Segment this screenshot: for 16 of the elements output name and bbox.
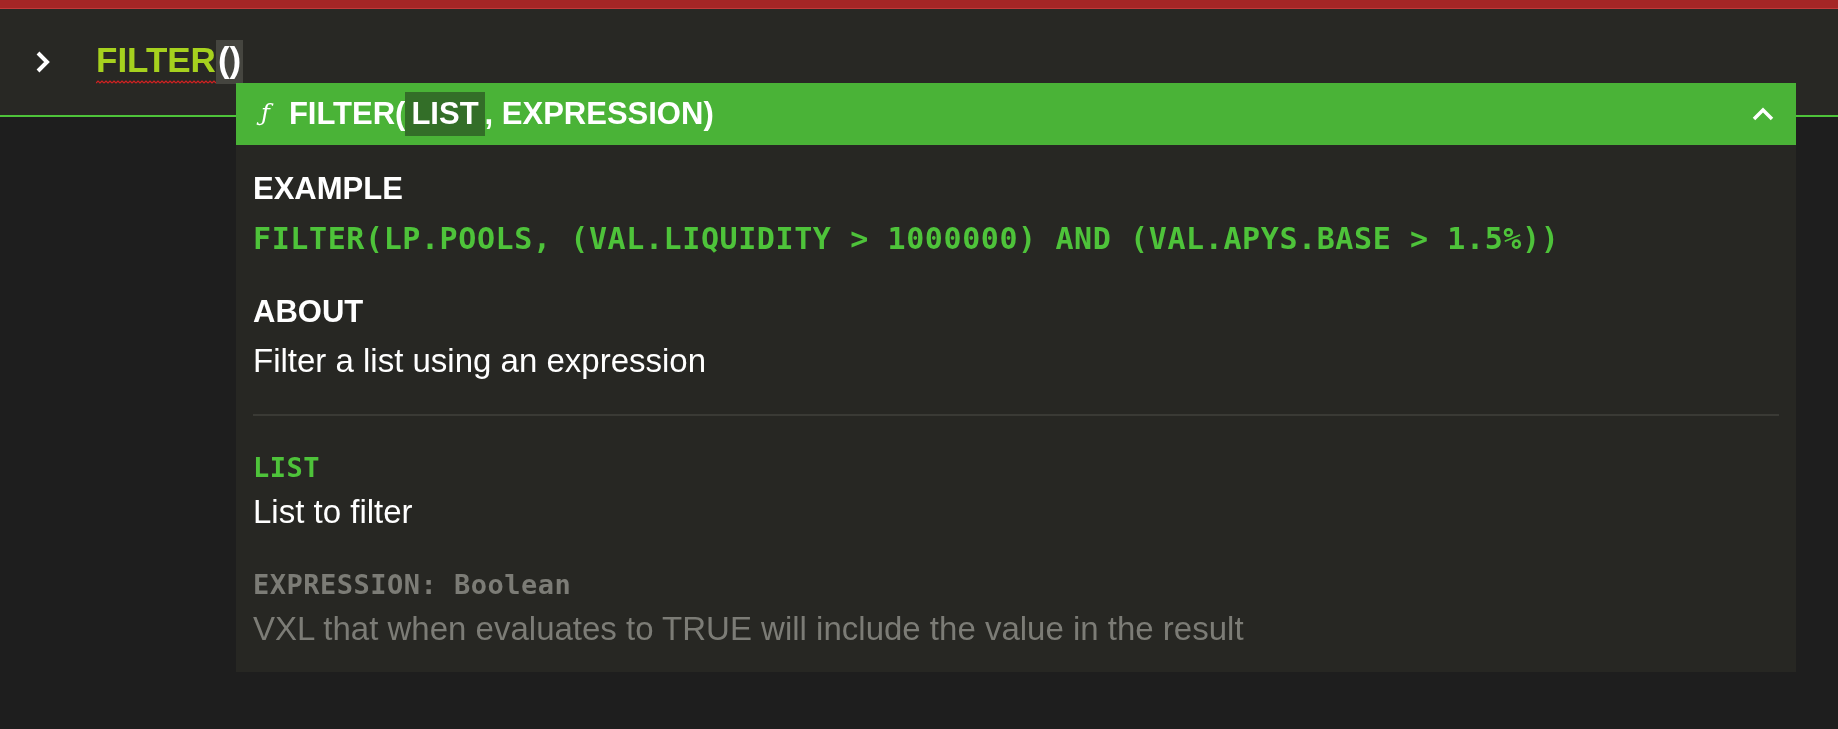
example-code: FILTER(LP.POOLS, (VAL.LIQUIDITY > 1000000) AND (VAL.APYS.BASE > 1.5%)) [253,221,1561,256]
description-text: Filter a list using an expression [253,342,708,380]
signature-parameter: EXPRESSION [501,96,704,132]
signature-separator: , [484,96,495,132]
parameter-description: List to filter [253,493,414,531]
parameter-name: EXPRESSION: Boolean [253,569,573,600]
parameter-name: LIST [253,452,322,483]
collapse-icon[interactable] [1752,107,1774,121]
signature-name: ) [703,96,714,132]
section-heading: EXAMPLE [253,170,404,207]
section-heading: ABOUT [253,293,365,330]
signature-parameter: LIST [405,92,485,136]
bracket-pair: () [215,39,244,84]
function-icon: ƒ [258,98,275,130]
signature-name: FILTER( [288,96,406,132]
parameter-description: VXL that when evaluates to TRUE will include the value in the result [253,610,1245,648]
